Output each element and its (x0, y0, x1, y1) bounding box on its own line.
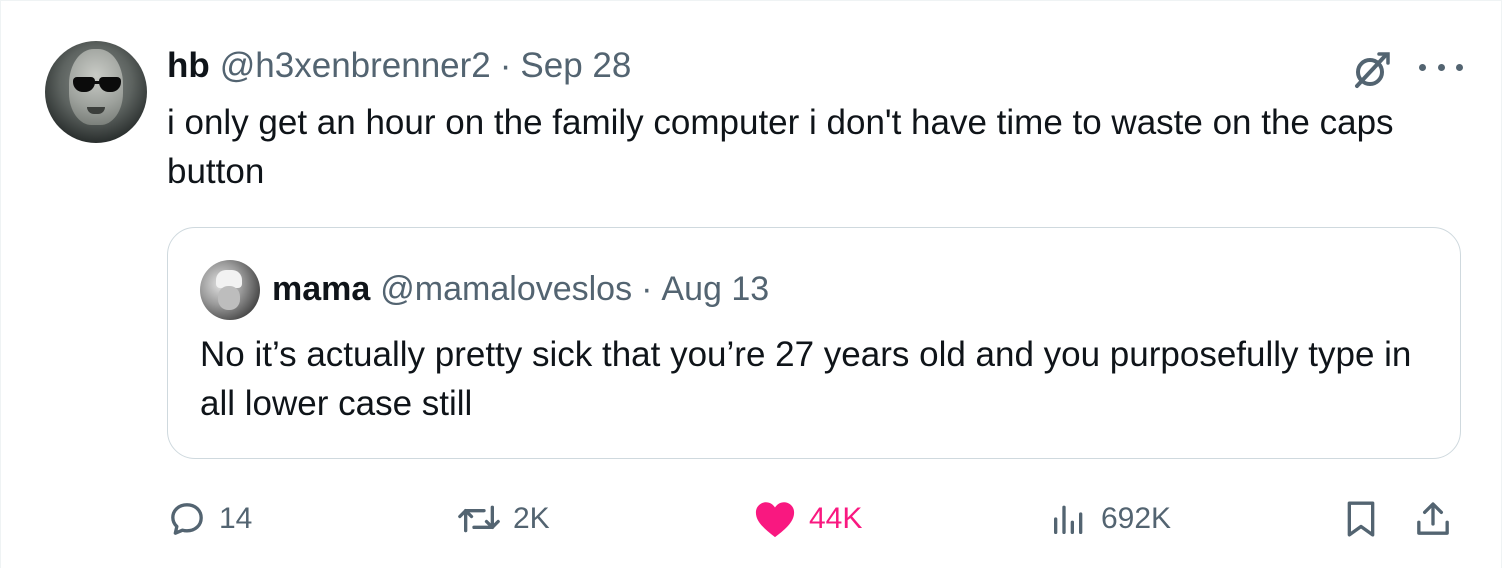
separator-dot: · (499, 46, 512, 85)
reply-count: 14 (219, 502, 253, 535)
grok-icon[interactable] (1351, 51, 1391, 91)
quoted-author-avatar[interactable] (200, 260, 260, 320)
author-name[interactable]: hb (167, 46, 210, 86)
author-avatar[interactable] (45, 41, 147, 143)
quoted-tweet-header: mama @mamaloveslos · Aug 13 (272, 266, 769, 312)
share-icon (1417, 502, 1449, 535)
quoted-author-handle[interactable]: @mamaloveslos (380, 270, 632, 309)
views-count: 692K (1101, 502, 1172, 535)
tweet-text: i only get an hour on the family compute… (167, 103, 1394, 191)
like-button[interactable]: 44K (753, 497, 862, 541)
repost-button[interactable]: 2K (457, 497, 550, 541)
like-count: 44K (809, 502, 863, 535)
action-bar: 14 2K 44K 692K (167, 497, 1463, 541)
heart-icon (755, 502, 795, 538)
share-button[interactable] (1413, 497, 1453, 541)
author-handle[interactable]: @h3xenbrenner2 (220, 46, 491, 86)
views-button[interactable]: 692K (1049, 497, 1171, 541)
repost-count: 2K (513, 502, 550, 535)
quoted-author-name[interactable]: mama (272, 270, 370, 309)
quoted-tweet-text: No it’s actually pretty sick that you’re… (200, 335, 1412, 423)
separator-dot: · (641, 269, 653, 308)
reply-button[interactable]: 14 (167, 497, 252, 541)
tweet-header: hb @h3xenbrenner2 · Sep 28 (167, 43, 631, 89)
quoted-tweet[interactable]: mama @mamaloveslos · Aug 13 No it’s actu… (167, 227, 1461, 459)
post-date[interactable]: Sep 28 (520, 46, 631, 86)
bookmark-button[interactable] (1341, 497, 1381, 541)
repost-icon (458, 505, 500, 533)
more-icon[interactable] (1419, 57, 1463, 77)
tweet-card[interactable]: hb @h3xenbrenner2 · Sep 28 i only get an… (0, 0, 1502, 568)
bookmark-icon (1347, 501, 1375, 537)
views-icon (1054, 505, 1083, 534)
reply-icon (171, 503, 203, 535)
quoted-post-date[interactable]: Aug 13 (661, 270, 769, 309)
